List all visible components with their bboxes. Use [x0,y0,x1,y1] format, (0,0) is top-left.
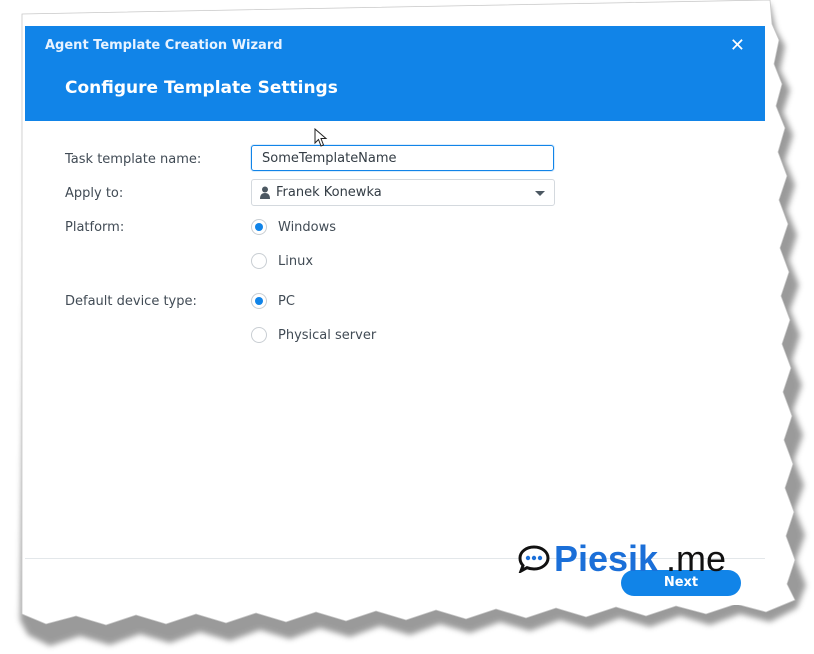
device-radio-pc[interactable] [251,293,267,309]
wizard-title: Agent Template Creation Wizard [45,38,283,53]
template-name-input[interactable] [251,145,554,171]
platform-radio-windows[interactable] [251,219,267,235]
platform-radio-linux[interactable] [251,253,267,269]
user-icon [260,186,270,199]
watermark-brand: Piesik [554,538,659,579]
platform-label: Platform: [65,220,125,235]
apply-to-label: Apply to: [65,186,124,201]
device-radio-pc-label[interactable]: PC [278,294,295,309]
template-name-label: Task template name: [65,152,202,167]
device-radio-physical-server[interactable] [251,327,267,343]
wizard-dialog: Agent Template Creation Wizard ✕ Configu… [25,26,765,605]
close-button[interactable]: ✕ [730,37,745,55]
platform-radio-linux-label[interactable]: Linux [278,254,313,269]
step-title: Configure Template Settings [65,78,338,98]
watermark-suffix: .me [666,538,727,579]
apply-to-value: Franek Konewka [276,185,382,200]
mouse-cursor-icon [314,128,328,147]
platform-radio-windows-label[interactable]: Windows [278,220,336,235]
device-type-label: Default device type: [65,294,197,309]
chat-bubble-icon [518,545,550,573]
close-icon: ✕ [729,35,745,56]
wizard-header: Agent Template Creation Wizard ✕ Configu… [25,26,765,121]
apply-to-select[interactable]: Franek Konewka [251,179,555,206]
device-radio-physical-server-label[interactable]: Physical server [278,328,376,343]
chevron-down-icon [535,191,545,196]
